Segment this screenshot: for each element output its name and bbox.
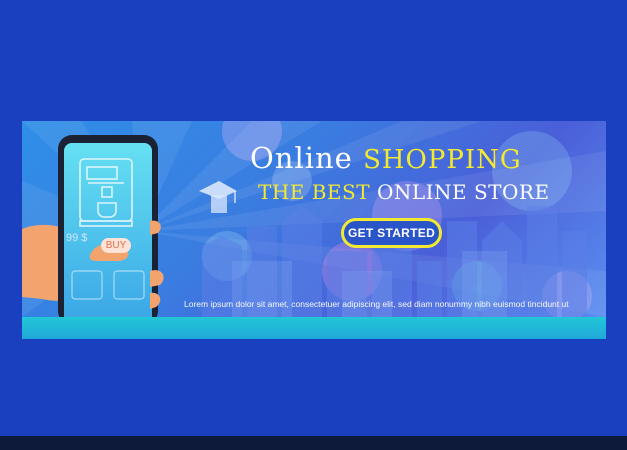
subtitle-word-best: THE BEST — [258, 180, 371, 204]
title-word-online: Online — [250, 141, 353, 175]
banner-subtitle: THE BEST ONLINE STORE — [258, 180, 598, 204]
subtitle-word-store: ONLINE STORE — [376, 180, 550, 204]
buy-button[interactable]: BUY — [101, 238, 131, 253]
banner-caption: Lorem ipsum dolor sit amet, consectetuer… — [184, 299, 569, 309]
bottom-strip — [0, 436, 627, 450]
product-price: 99 $ — [66, 232, 88, 244]
banner-title: Online SHOPPING — [250, 141, 590, 175]
banner-bottom-glow — [22, 317, 606, 339]
title-word-shopping: SHOPPING — [363, 145, 522, 175]
hero-banner: 99 $ BUY Online SHOPPING THE BEST ONLINE… — [22, 121, 606, 317]
get-started-button[interactable]: GET STARTED — [341, 218, 442, 248]
